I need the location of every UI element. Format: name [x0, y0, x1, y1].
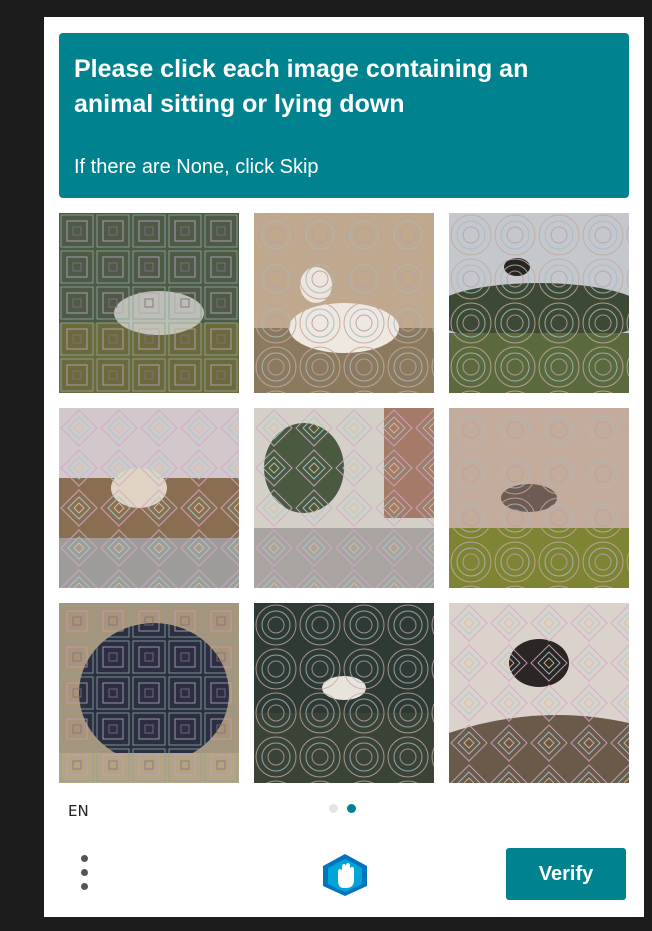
- prompt-subtitle: If there are None, click Skip: [74, 156, 319, 178]
- page-dot-1: [329, 804, 338, 813]
- challenge-image-8[interactable]: [254, 603, 434, 783]
- hcaptcha-logo-icon[interactable]: [319, 852, 371, 898]
- captcha-panel: Please click each image containing an an…: [44, 17, 644, 917]
- page-indicator: [329, 804, 356, 813]
- challenge-image-4[interactable]: [59, 408, 239, 588]
- page-dot-2: [347, 804, 356, 813]
- prompt-title: Please click each image containing an an…: [74, 55, 529, 118]
- challenge-prompt: Please click each image containing an an…: [59, 33, 629, 198]
- verify-button[interactable]: Verify: [506, 848, 626, 900]
- challenge-image-3[interactable]: [449, 213, 629, 393]
- image-grid: [59, 213, 629, 783]
- challenge-image-2[interactable]: [254, 213, 434, 393]
- challenge-image-5[interactable]: [254, 408, 434, 588]
- challenge-image-9[interactable]: [449, 603, 629, 783]
- challenge-image-7[interactable]: [59, 603, 239, 783]
- challenge-image-1[interactable]: [59, 213, 239, 393]
- challenge-image-6[interactable]: [449, 408, 629, 588]
- more-vertical-icon[interactable]: [76, 853, 92, 893]
- language-selector[interactable]: EN: [68, 802, 89, 820]
